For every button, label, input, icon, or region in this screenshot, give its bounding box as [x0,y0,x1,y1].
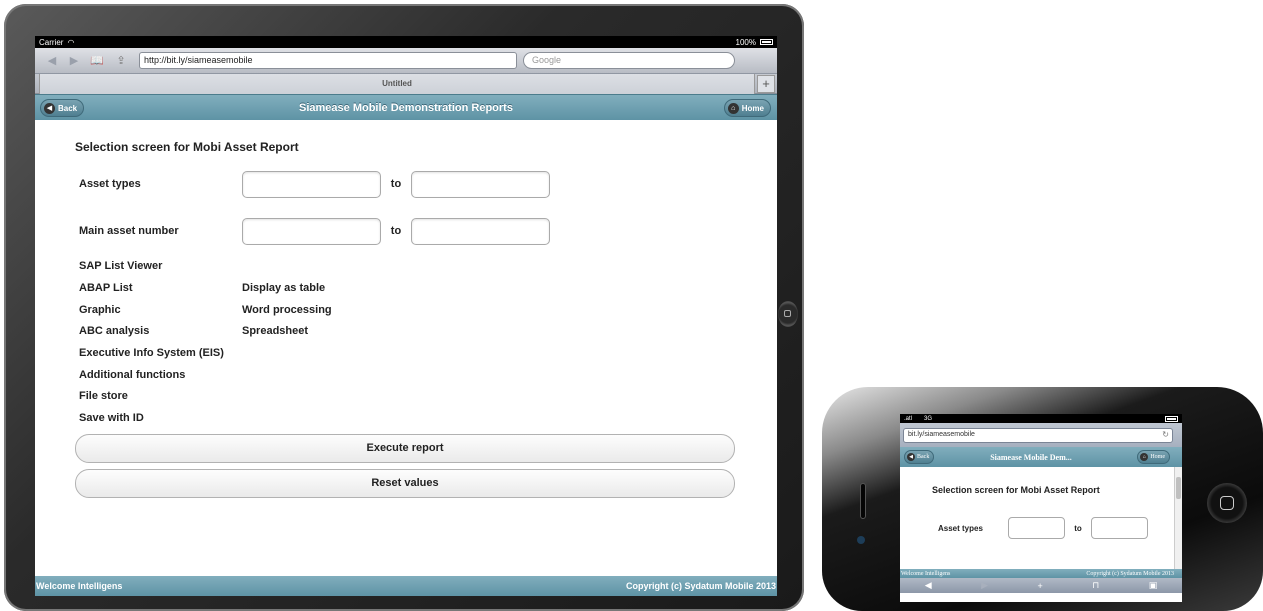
main-asset-number-to-input[interactable] [411,217,550,245]
asset-types-row: Asset types to [79,170,579,198]
carrier-label: Carrier [39,37,64,47]
signal-label: .atl [904,415,913,422]
iphone-device: .atl 3G bit.ly/siameasemobile ↻ ◀ Back S… [822,387,1263,611]
device-showcase: Carrier ◠ 100% ◀ ▶ 📖 ⇪ http://bit.ly/sia… [0,0,1263,611]
iphone-asset-types-label: Asset types [938,523,983,533]
iphone-footer-copyright: Copyright (c) Sydatum Mobile 2013 [1086,570,1174,577]
iphone-url-text: bit.ly/siameasemobile [908,430,975,438]
option-spreadsheet[interactable]: Spreadsheet [242,325,308,337]
page-header-title: Siamease Mobile Demonstration Reports [299,101,513,114]
back-chevron-icon: ◀ [44,102,55,114]
bookmarks-icon[interactable]: 📖 [85,54,109,67]
footer-copyright: Copyright (c) Sydatum Mobile 2013 [625,581,776,591]
ipad-device: Carrier ◠ 100% ◀ ▶ 📖 ⇪ http://bit.ly/sia… [4,4,804,611]
iphone-to-label: to [1074,523,1082,533]
ipad-home-button[interactable] [778,301,798,327]
asset-types-label: Asset types [79,178,141,190]
iphone-home-hardware-button[interactable] [1207,483,1247,523]
camera-lens [857,536,865,544]
iphone-header-title: Siamease Mobile Dem... [990,452,1072,462]
option-eis[interactable]: Executive Info System (EIS) [79,347,224,359]
report-content: Selection screen for Mobi Asset Report A… [35,120,777,536]
option-file-store[interactable]: File store [79,390,128,402]
battery-percent: 100% [735,37,756,47]
home-button-label: Home [741,103,764,113]
iphone-scrollbar[interactable] [1174,467,1182,569]
iphone-url-bar: bit.ly/siameasemobile ↻ [900,423,1182,447]
iphone-asset-types-row: Asset types to [938,517,1148,539]
iphone-status-bar: .atl 3G [900,414,1182,423]
option-word-processing[interactable]: Word processing [242,304,332,316]
network-label: 3G [924,415,933,422]
asset-types-from-input[interactable] [242,170,381,198]
reload-icon[interactable]: ↻ [1162,430,1169,439]
footer-welcome: Welcome Intelligens [36,581,123,591]
iphone-address-field[interactable]: bit.ly/siameasemobile ↻ [903,427,1173,443]
forward-arrow-icon[interactable]: ▶ [63,54,85,67]
new-tab-button[interactable]: + [757,75,775,93]
option-sap-list-viewer[interactable]: SAP List Viewer [79,260,162,272]
option-abap-list[interactable]: ABAP List [79,282,133,294]
option-display-as-table[interactable]: Display as table [242,282,325,294]
execute-report-button[interactable]: Execute report [75,434,735,463]
iphone-selection-title: Selection screen for Mobi Asset Report [932,485,1100,495]
iphone-back-label: Back [917,454,930,460]
option-abc-analysis[interactable]: ABC analysis [79,325,149,337]
option-additional-functions[interactable]: Additional functions [79,369,185,381]
tab-untitled[interactable]: Untitled [39,74,755,94]
back-button[interactable]: ◀ Back [40,99,85,117]
main-asset-number-label: Main asset number [79,225,179,237]
iphone-tabs-icon[interactable]: ▣ [1149,580,1158,591]
iphone-safari-toolbar: ◀ ▶ + ⊓ ▣ [900,578,1182,593]
iphone-footer-welcome: Welcome Intelligens [901,570,951,577]
iphone-home-label: Home [1150,454,1165,460]
safari-toolbar: ◀ ▶ 📖 ⇪ http://bit.ly/siameasemobile Goo… [35,48,777,74]
share-icon[interactable]: ⇪ [109,54,133,67]
iphone-home-button[interactable]: ⌂ Home [1137,450,1170,464]
iphone-bookmarks-icon[interactable]: ⊓ [1092,580,1099,591]
app-footer: Welcome Intelligens Copyright (c) Sydatu… [35,576,777,596]
iphone-forward-arrow-icon[interactable]: ▶ [981,580,988,591]
option-graphic[interactable]: Graphic [79,304,121,316]
iphone-app-header: ◀ Back Siamease Mobile Dem... ⌂ Home [900,447,1182,467]
iphone-add-icon[interactable]: + [1038,581,1043,591]
main-asset-number-from-input[interactable] [242,217,381,245]
address-bar[interactable]: http://bit.ly/siameasemobile [139,52,517,69]
iphone-back-arrow-icon[interactable]: ◀ [925,580,932,591]
search-field[interactable]: Google [523,52,735,69]
home-icon: ⌂ [727,102,739,114]
ipad-screen: Carrier ◠ 100% ◀ ▶ 📖 ⇪ http://bit.ly/sia… [35,36,777,596]
iphone-asset-types-from-input[interactable] [1008,517,1065,539]
wifi-icon: ◠ [67,37,75,47]
back-arrow-icon[interactable]: ◀ [41,54,63,67]
iphone-screen: .atl 3G bit.ly/siameasemobile ↻ ◀ Back S… [900,414,1182,602]
home-button[interactable]: ⌂ Home [723,99,771,117]
asset-types-to-input[interactable] [411,170,550,198]
main-asset-number-to-label: to [390,225,402,237]
iphone-battery-icon [1165,415,1178,422]
option-save-with-id[interactable]: Save with ID [79,412,144,424]
iphone-back-chevron-icon: ◀ [907,453,915,461]
iphone-home-icon: ⌂ [1140,453,1149,461]
iphone-asset-types-to-input[interactable] [1091,517,1148,539]
iphone-content: Selection screen for Mobi Asset Report A… [900,467,1182,569]
iphone-back-button[interactable]: ◀ Back [904,450,935,464]
main-asset-number-row: Main asset number to [79,217,579,245]
back-button-label: Back [58,103,78,113]
reset-values-button[interactable]: Reset values [75,469,735,498]
app-header: ◀ Back Siamease Mobile Demonstration Rep… [35,94,777,120]
ipad-status-bar: Carrier ◠ 100% [35,36,777,48]
iphone-app-footer: Welcome Intelligens Copyright (c) Sydatu… [900,569,1182,578]
asset-types-to-label: to [390,178,402,190]
tab-bar: Untitled + [35,74,777,94]
selection-screen-title: Selection screen for Mobi Asset Report [75,140,299,154]
speaker-grille [860,483,866,519]
battery-icon [760,39,773,45]
